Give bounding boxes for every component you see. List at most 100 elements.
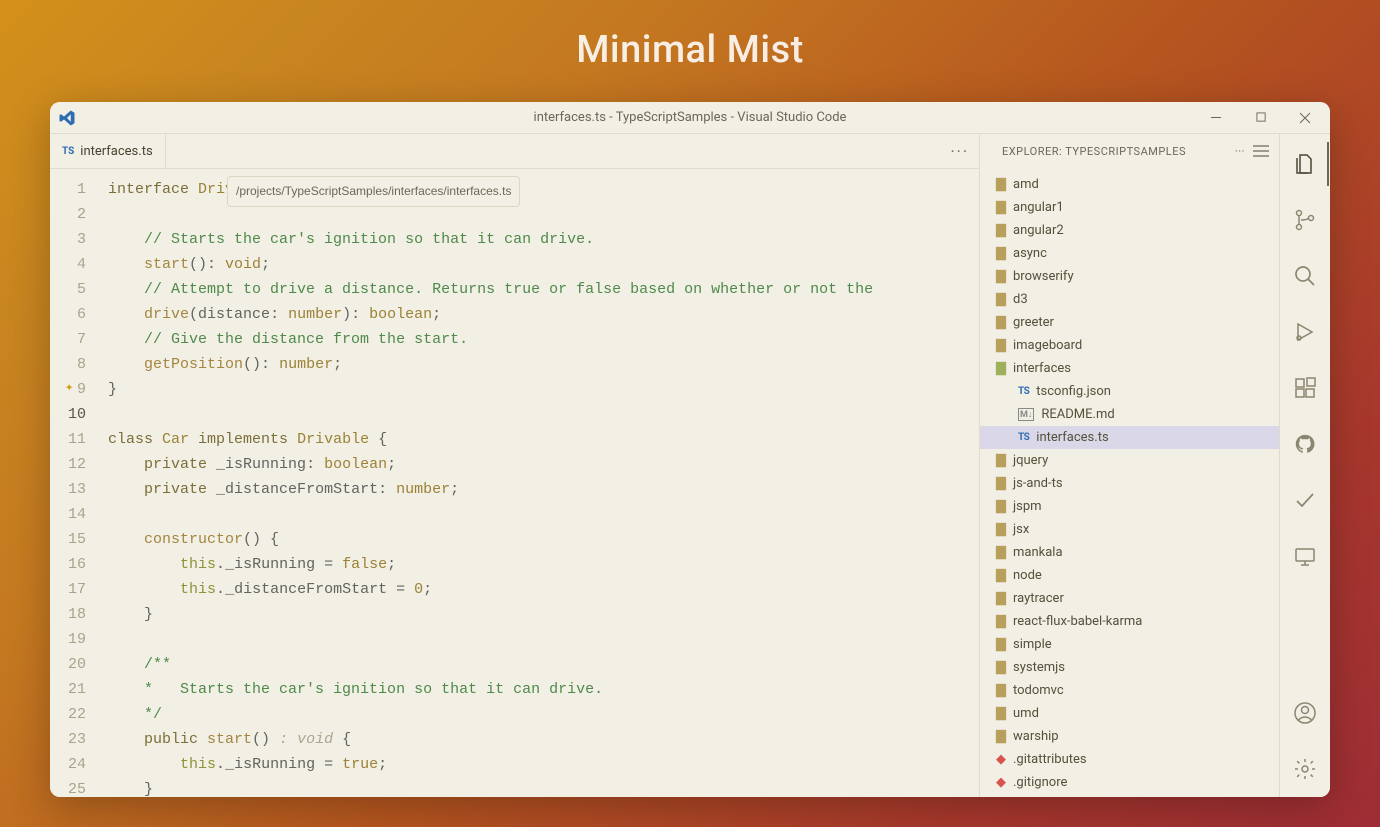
md-file-icon: M↓: [1018, 408, 1034, 421]
search-icon[interactable]: [1281, 258, 1329, 294]
tree-label: jsx: [1013, 522, 1029, 537]
tree-item-gitattributes[interactable]: ◆ .gitattributes: [980, 748, 1279, 771]
line-number: 22: [68, 702, 86, 727]
tree-item-warship[interactable]: ▇ warship: [980, 725, 1279, 748]
minimize-button[interactable]: [1198, 104, 1236, 132]
explorer-icon[interactable]: [1281, 146, 1329, 182]
folder-open-icon: ▇: [996, 361, 1006, 376]
folder-icon: ▇: [996, 293, 1006, 306]
line-number: 19: [68, 627, 86, 652]
folder-icon: ▇: [996, 569, 1006, 582]
remote-icon[interactable]: [1281, 538, 1329, 574]
tree-item-greeter[interactable]: ▇greeter: [980, 311, 1279, 334]
tree-item-interfacests[interactable]: TS interfaces.ts: [980, 426, 1279, 449]
line-number: 18: [68, 602, 86, 627]
tabbar: TS interfaces.ts ···: [50, 134, 979, 169]
tree-label: .gitattributes: [1013, 752, 1087, 767]
editor[interactable]: 1234567891011121314151617181920212223242…: [50, 169, 979, 797]
maximize-button[interactable]: [1242, 104, 1280, 132]
tree-item-angular1[interactable]: ▇angular1: [980, 196, 1279, 219]
activity-bar: [1280, 134, 1330, 797]
folder-icon: ▇: [996, 730, 1006, 743]
source-control-icon[interactable]: [1281, 202, 1329, 238]
tree-item-amd[interactable]: ▇amd: [980, 173, 1279, 196]
git-file-icon: ◆: [996, 752, 1006, 767]
tree-item-jsx[interactable]: ▇ jsx: [980, 518, 1279, 541]
explorer-header: EXPLORER: TYPESCRIPTSAMPLES ···: [980, 134, 1279, 169]
line-number: 4: [68, 252, 86, 277]
folder-icon: ▇: [996, 247, 1006, 260]
settings-gear-icon[interactable]: [1281, 751, 1329, 787]
tree-item-gitignore[interactable]: ◆.gitignore: [980, 771, 1279, 794]
tree-label: browserify: [1013, 269, 1074, 284]
editor-actions-icon[interactable]: ···: [950, 134, 969, 168]
tree-item-tsconfigjson[interactable]: TStsconfig.json: [980, 380, 1279, 403]
line-number: 7: [68, 327, 86, 352]
check-icon[interactable]: [1281, 482, 1329, 518]
line-number: 2: [68, 202, 86, 227]
tree-label: node: [1013, 568, 1042, 583]
tree-label: imageboard: [1013, 338, 1082, 353]
tree-label: d3: [1013, 292, 1028, 307]
folder-icon: ▇: [996, 707, 1006, 720]
tab-interfaces[interactable]: TS interfaces.ts: [50, 134, 166, 168]
line-number: 21: [68, 677, 86, 702]
tree-label: umd: [1013, 706, 1039, 721]
line-number: 25: [68, 777, 86, 797]
tree-label: .gitignore: [1013, 775, 1067, 790]
tree-item-d3[interactable]: ▇ d3: [980, 288, 1279, 311]
more-icon[interactable]: ···: [1235, 145, 1245, 158]
tree-label: amd: [1013, 177, 1039, 192]
tree-label: interfaces.ts: [1036, 430, 1108, 445]
tree-item-jspm[interactable]: ▇jspm: [980, 495, 1279, 518]
menu-icon[interactable]: [1253, 145, 1269, 158]
tree-item-mankala[interactable]: ▇mankala: [980, 541, 1279, 564]
tree-label: async: [1013, 246, 1047, 261]
tree-item-node[interactable]: ▇ node: [980, 564, 1279, 587]
tree-item-systemjs[interactable]: ▇systemjs: [980, 656, 1279, 679]
explorer-title: EXPLORER: TYPESCRIPTSAMPLES: [1002, 145, 1186, 158]
account-icon[interactable]: [1281, 695, 1329, 731]
ts-file-icon: TS: [1018, 386, 1029, 397]
code-content[interactable]: interface Drivable { // Starts the car's…: [100, 169, 979, 797]
file-tree[interactable]: ▇amd▇angular1▇angular2▇async▇browserify▇…: [980, 169, 1279, 797]
tree-item-raytracer[interactable]: ▇raytracer: [980, 587, 1279, 610]
folder-icon: ▇: [996, 684, 1006, 697]
ts-file-icon: TS: [1018, 432, 1029, 443]
folder-icon: ▇: [996, 546, 1006, 559]
tree-item-jquery[interactable]: ▇jquery: [980, 449, 1279, 472]
line-number: 14: [68, 502, 86, 527]
vscode-logo-icon: [50, 109, 84, 127]
folder-icon: ▇: [996, 477, 1006, 490]
tree-item-umd[interactable]: ▇ umd: [980, 702, 1279, 725]
line-number: 16: [68, 552, 86, 577]
folder-icon: ▇: [996, 270, 1006, 283]
tree-item-READMEmd[interactable]: M↓README.md: [980, 403, 1279, 426]
tree-item-interfaces[interactable]: ▇ interfaces: [980, 357, 1279, 380]
folder-icon: ▇: [996, 523, 1006, 536]
folder-icon: ▇: [996, 454, 1006, 467]
tree-label: interfaces: [1013, 361, 1071, 376]
line-number: 12: [68, 452, 86, 477]
tree-item-imageboard[interactable]: ▇imageboard: [980, 334, 1279, 357]
theme-title: Minimal Mist: [0, 0, 1380, 72]
tree-item-async[interactable]: ▇ async: [980, 242, 1279, 265]
tree-item-simple[interactable]: ▇simple: [980, 633, 1279, 656]
breadcrumb[interactable]: /projects/TypeScriptSamples/interfaces/i…: [227, 176, 520, 207]
tree-item-browserify[interactable]: ▇ browserify: [980, 265, 1279, 288]
tree-item-jsandts[interactable]: ▇ js-and-ts: [980, 472, 1279, 495]
line-number: 11: [68, 427, 86, 452]
tree-label: js-and-ts: [1013, 476, 1063, 491]
github-icon[interactable]: [1281, 426, 1329, 462]
titlebar: interfaces.ts - TypeScriptSamples - Visu…: [50, 102, 1330, 134]
line-number: 20: [68, 652, 86, 677]
line-number: 8: [68, 352, 86, 377]
tree-item-reactfluxbabelkarma[interactable]: ▇react-flux-babel-karma: [980, 610, 1279, 633]
extensions-icon[interactable]: [1281, 370, 1329, 406]
run-debug-icon[interactable]: [1281, 314, 1329, 350]
tree-label: warship: [1013, 729, 1059, 744]
folder-icon: ▇: [996, 592, 1006, 605]
tree-item-angular2[interactable]: ▇angular2: [980, 219, 1279, 242]
close-button[interactable]: [1286, 104, 1324, 132]
tree-item-todomvc[interactable]: ▇todomvc: [980, 679, 1279, 702]
